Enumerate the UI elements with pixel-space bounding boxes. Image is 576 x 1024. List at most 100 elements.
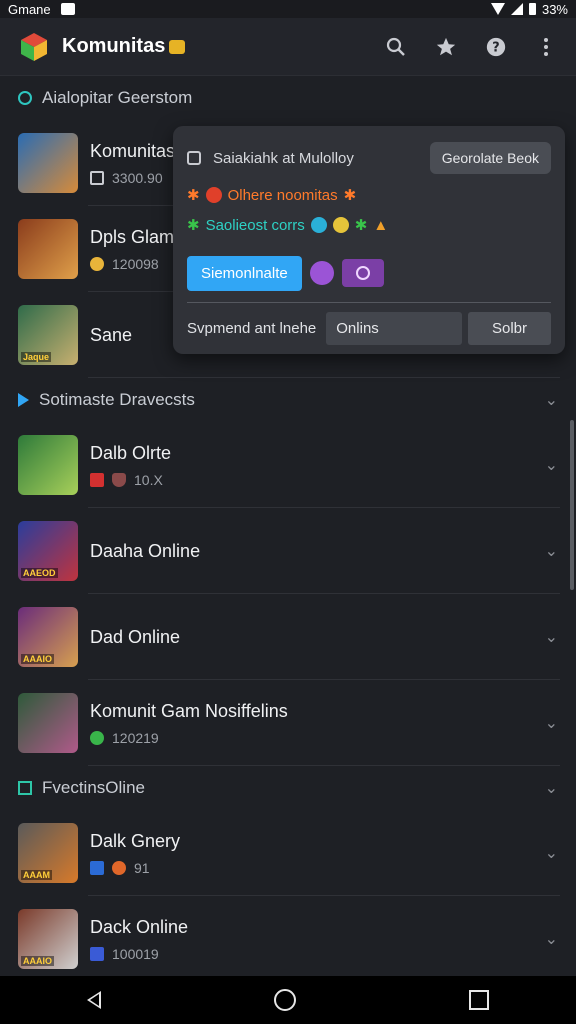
sticker-icon[interactable] (309, 261, 334, 285)
section-marker-icon (18, 781, 32, 795)
section-title: Sotimaste Dravecsts (39, 390, 195, 409)
chevron-down-icon[interactable]: ⌄ (545, 778, 558, 798)
status-input[interactable]: Onlins (326, 311, 462, 345)
popup-header-label: Saiakiahk at Mulolloy (213, 149, 354, 167)
game-thumbnail: AAEOD (18, 521, 78, 581)
game-thumbnail: Jaque (18, 305, 78, 365)
game-thumbnail: AAAIO (18, 909, 78, 969)
orange-line-text: Olhere noomitas (227, 186, 338, 204)
item-name: Komunitas (90, 140, 176, 161)
game-thumbnail: AAAIO (18, 607, 78, 667)
fire-icon (205, 187, 222, 203)
popup-line-teal[interactable]: ✱ Saolieost corrs ✱ ▲ (187, 210, 551, 240)
item-meta: 120219 (112, 729, 159, 746)
shield-icon (112, 472, 126, 487)
teal-line-text: Saolieost corrs (205, 216, 305, 234)
section-marker-icon (18, 393, 29, 407)
help-icon[interactable]: ? (484, 35, 508, 59)
star-icon[interactable] (434, 35, 458, 59)
meta-icon (90, 170, 104, 185)
item-name: Sane (90, 324, 133, 345)
section-header[interactable]: Sotimaste Dravecsts ⌄ (0, 378, 576, 422)
thumbnail-tag: Jaque (21, 352, 52, 362)
item-meta: 3300.90 (112, 169, 163, 186)
battery-icon (528, 3, 536, 15)
section-title: FvectinsOline (42, 778, 145, 797)
header-action-button[interactable]: Georolate Beok (429, 142, 551, 174)
emoji-icon (332, 217, 349, 233)
chevron-down-icon[interactable]: ⌄ (545, 843, 558, 863)
clock-icon (187, 151, 201, 165)
scrollbar[interactable] (570, 420, 574, 590)
thumbnail-tag: AAAIO (21, 654, 54, 664)
app-logo-icon (18, 31, 50, 63)
chevron-down-icon[interactable]: ⌄ (545, 541, 558, 561)
chevron-down-icon[interactable]: ⌄ (545, 455, 558, 475)
wifi-icon (490, 3, 505, 15)
battery-label: 33% (541, 1, 568, 17)
meta-icon (90, 946, 104, 961)
popup-menu: Saiakiahk at Mulolloy Georolate Beok ✱ O… (173, 126, 565, 354)
status-bar: Gmane 33% (0, 0, 576, 18)
chat-icon (310, 217, 327, 233)
item-meta: 10.X (134, 471, 163, 488)
carrier-label: Gmane (8, 1, 51, 17)
list-item[interactable]: Dalb Olrte 10.X ⌄ (0, 422, 576, 508)
app-title: Komunitas (62, 35, 166, 57)
item-meta: 91 (134, 859, 150, 876)
thumbnail-tag: AAAM (21, 870, 52, 880)
game-thumbnail (18, 133, 78, 193)
input-label: Svpmend ant lnehe (187, 319, 317, 337)
back-icon[interactable] (86, 991, 101, 1009)
divider (187, 302, 551, 303)
item-name: Dack Online (90, 916, 189, 937)
submit-button[interactable]: Solbr (467, 311, 551, 345)
chevron-down-icon[interactable]: ⌄ (545, 390, 558, 410)
item-name: Dalb Olrte (90, 442, 172, 463)
list-item[interactable]: AAAIO Dad Online ⌄ (0, 594, 576, 680)
meta-icon (90, 730, 104, 745)
thumbnail-tag: AAEOD (21, 568, 58, 578)
item-name: Daaha Online (90, 540, 201, 561)
home-icon[interactable] (273, 989, 296, 1011)
more-options-icon[interactable] (534, 35, 558, 59)
list-item[interactable]: AAAIO Dack Online 100019 ⌄ (0, 896, 576, 976)
meta-icon (90, 860, 104, 875)
flame-icon: ▲ (373, 216, 389, 234)
sparkle-icon: ✱ (343, 187, 357, 204)
chevron-down-icon[interactable]: ⌄ (545, 713, 558, 733)
meta-icon (90, 256, 104, 271)
sparkle-icon: ✱ (187, 217, 200, 234)
list-item[interactable]: AAAM Dalk Gnery 91 ⌄ (0, 810, 576, 896)
sticker-glyph-icon (355, 266, 370, 280)
recent-apps-icon[interactable] (469, 990, 490, 1010)
sparkle-icon: ✱ (187, 187, 200, 204)
primary-action-button[interactable]: Siemonlnalte (187, 255, 302, 291)
game-thumbnail (18, 693, 78, 753)
section-header[interactable]: FvectinsOline ⌄ (0, 766, 576, 810)
chevron-down-icon[interactable]: ⌄ (545, 929, 558, 949)
game-thumbnail (18, 435, 78, 495)
sticker-button[interactable] (341, 259, 384, 287)
app-bar: Komunitas ? (0, 18, 576, 76)
item-name: Dpls Glam (90, 226, 175, 247)
notification-icon (60, 3, 75, 15)
chevron-down-icon[interactable]: ⌄ (545, 627, 558, 647)
svg-text:?: ? (492, 40, 499, 55)
item-name: Dad Online (90, 626, 181, 647)
section-title: Aialopitar Geerstom (42, 88, 193, 107)
meta-icon (90, 472, 104, 487)
list-item[interactable]: AAEOD Daaha Online ⌄ (0, 508, 576, 594)
section-header[interactable]: Aialopitar Geerstom (0, 76, 576, 120)
signal-icon (510, 3, 523, 15)
thumbnail-tag: AAAIO (21, 956, 54, 966)
item-meta: 120098 (112, 255, 159, 272)
search-icon[interactable] (384, 35, 408, 59)
crown-icon (169, 39, 186, 54)
sparkle-icon: ✱ (354, 217, 368, 234)
item-name: Komunit Gam Nosiffelins (90, 700, 288, 721)
popup-line-orange[interactable]: ✱ Olhere noomitas ✱ (187, 180, 551, 210)
list-item[interactable]: Komunit Gam Nosiffelins 120219 ⌄ (0, 680, 576, 766)
section-marker-icon (18, 91, 32, 105)
item-name: Dalk Gnery (90, 830, 181, 851)
